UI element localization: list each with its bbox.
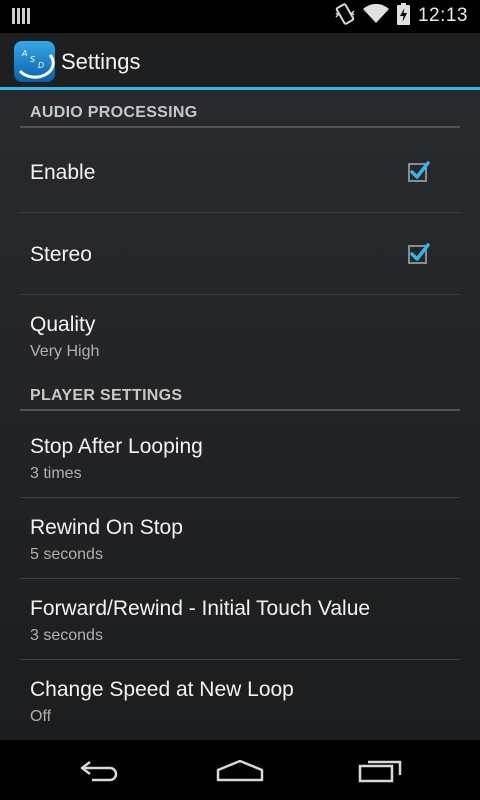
status-bar: 12:13 [0, 0, 480, 33]
wifi-icon [362, 3, 389, 29]
notification-bars-icon [12, 8, 30, 29]
pref-title: Stop After Looping [30, 435, 203, 458]
pref-rewind-on-stop[interactable]: Rewind On Stop 5 seconds [20, 498, 460, 579]
pref-quality[interactable]: Quality Very High [20, 295, 460, 373]
navigation-bar [0, 740, 480, 800]
pref-title: Forward/Rewind - Initial Touch Value [30, 597, 371, 620]
enable-checkbox[interactable] [408, 160, 430, 182]
back-icon[interactable] [76, 754, 124, 786]
pref-summary: 3 seconds [30, 627, 103, 644]
section-header-label: AUDIO PROCESSING [30, 104, 198, 121]
settings-list[interactable]: AUDIO PROCESSING Enable Stereo Quality V… [0, 90, 480, 740]
vibrate-icon [335, 2, 355, 30]
pref-summary: 5 seconds [30, 546, 103, 563]
svg-text:D: D [38, 61, 44, 70]
pref-title: Change Speed at New Loop [30, 678, 294, 701]
pref-title: Rewind On Stop [30, 516, 183, 539]
svg-text:S: S [30, 55, 35, 64]
recent-apps-icon[interactable] [357, 754, 405, 786]
pref-title: Stereo [30, 243, 92, 266]
page-title: Settings [61, 49, 141, 74]
action-bar: A S D Settings [0, 33, 480, 90]
svg-text:A: A [21, 49, 27, 58]
section-header-label: PLAYER SETTINGS [30, 387, 183, 404]
section-header-player-settings: PLAYER SETTINGS [20, 375, 460, 411]
pref-summary: Very High [30, 343, 100, 360]
pref-summary: Off [30, 708, 52, 725]
pref-title: Enable [30, 161, 96, 184]
stereo-checkbox[interactable] [408, 242, 430, 264]
pref-enable[interactable]: Enable [20, 130, 460, 213]
pref-stop-after-looping[interactable]: Stop After Looping 3 times [20, 417, 460, 498]
asd-app-icon[interactable]: A S D [14, 41, 55, 82]
pref-stereo[interactable]: Stereo [20, 213, 460, 295]
section-header-audio-processing: AUDIO PROCESSING [20, 92, 460, 128]
pref-forward-rewind-initial-touch[interactable]: Forward/Rewind - Initial Touch Value 3 s… [20, 579, 460, 660]
battery-charging-icon [396, 2, 410, 30]
clock: 12:13 [417, 5, 468, 26]
pref-summary: 3 times [30, 465, 82, 482]
pref-title: Quality [30, 313, 96, 336]
pref-change-speed-at-new-loop[interactable]: Change Speed at New Loop Off [20, 660, 460, 740]
home-icon[interactable] [216, 754, 264, 786]
